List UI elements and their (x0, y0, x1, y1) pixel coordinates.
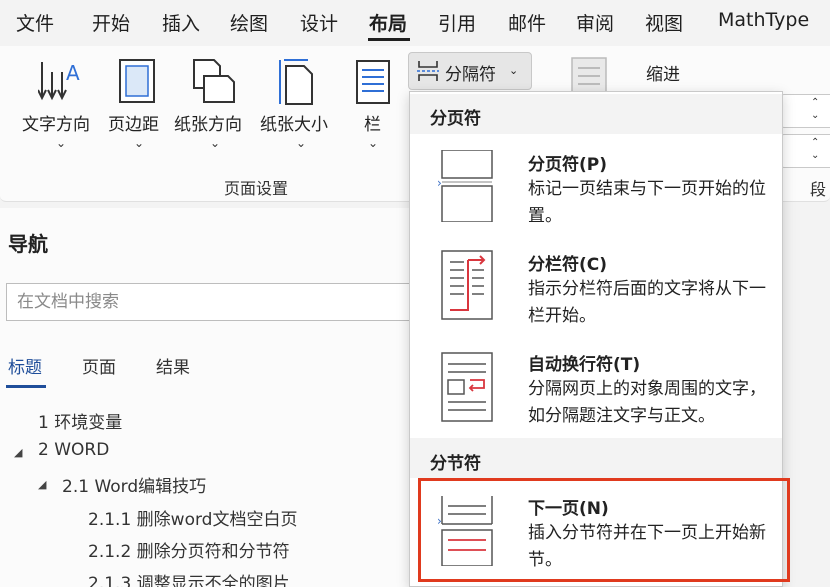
chevron-down-icon: ⌄ (134, 136, 145, 150)
chevron-down-icon: ⌄ (210, 136, 221, 150)
tree-item[interactable]: 2.1.1 删除word文档空白页 (88, 505, 297, 530)
columns-label: 栏 (364, 115, 381, 135)
spin-down-icon[interactable]: ⌄ (811, 150, 819, 161)
menu-insert[interactable]: 插入 (162, 9, 200, 36)
paragraph-group-label: 段 (810, 180, 827, 199)
size-label: 纸张大小 (260, 115, 328, 135)
line-numbers-icon (571, 57, 607, 92)
column-break-item[interactable]: 分栏符(C) 指示分栏符后面的文字将从下一栏开始。 (410, 240, 782, 332)
breaks-button[interactable]: 分隔符 ⌄ (408, 52, 532, 90)
menu-layout[interactable]: 布局 (369, 9, 407, 36)
navigation-pane: 导航 标题 页面 结果 1 环境变量 ◢ 2 WORD ◢ 2.1 Word编辑… (0, 208, 426, 587)
tab-results[interactable]: 结果 (156, 353, 190, 378)
indent-right-spinner[interactable]: ⌃ ⌄ (780, 134, 830, 168)
chevron-down-icon: ⌄ (296, 136, 307, 150)
search-input[interactable] (7, 284, 397, 320)
menu-references[interactable]: 引用 (438, 9, 476, 36)
column-break-icon (441, 250, 493, 320)
margins-icon (119, 59, 155, 103)
menu-review[interactable]: 审阅 (576, 9, 614, 36)
indent-label: 缩进 (646, 65, 680, 85)
column-break-title: 分栏符(C) (528, 255, 608, 275)
menu-home[interactable]: 开始 (92, 9, 130, 36)
section-breaks-header: 分节符 (430, 454, 481, 474)
text-wrapping-break-title: 自动换行符(T) (528, 355, 641, 375)
menu-view[interactable]: 视图 (645, 9, 683, 36)
search-box[interactable] (6, 283, 426, 321)
tree-item[interactable]: 2.1.3 调整显示不全的图片 (88, 569, 290, 587)
menu-design[interactable]: 设计 (300, 9, 338, 36)
page-break-title: 分页符(P) (528, 155, 607, 175)
tree-item[interactable]: 2.1 Word编辑技巧 (62, 472, 206, 497)
page-breaks-header: 分页符 (430, 109, 481, 129)
menu-mathtype[interactable]: MathType (718, 9, 809, 31)
columns-button[interactable]: 栏 ⌄ (350, 54, 398, 154)
collapse-triangle-icon[interactable]: ◢ (14, 446, 22, 459)
text-wrapping-break-icon (441, 352, 493, 422)
tree-item[interactable]: 2 WORD (38, 440, 109, 460)
orientation-icon (193, 59, 235, 103)
tab-pages[interactable]: 页面 (82, 353, 116, 378)
breaks-icon (417, 61, 439, 81)
page-break-item[interactable]: › 分页符(P) 标记一页结束与下一页开始的位置。 (410, 140, 782, 232)
tab-headings[interactable]: 标题 (8, 353, 42, 378)
paper-size-icon (279, 59, 313, 105)
svg-text:A: A (66, 61, 80, 85)
text-wrapping-break-item[interactable]: 自动换行符(T) 分隔网页上的对象周围的文字，如分隔题注文字与正文。 (410, 340, 782, 432)
text-wrapping-break-desc: 分隔网页上的对象周围的文字，如分隔题注文字与正文。 (528, 379, 766, 426)
text-direction-icon: A (38, 61, 80, 101)
page-break-icon (441, 150, 493, 222)
text-direction-label: 文字方向 (22, 115, 90, 135)
page-setup-group-label: 页面设置 (224, 179, 289, 198)
menu-mailings[interactable]: 邮件 (508, 9, 546, 36)
text-direction-button[interactable]: A 文字方向 ⌄ (18, 54, 102, 154)
breaks-label: 分隔符 (445, 65, 496, 85)
chevron-down-icon: ⌄ (368, 136, 379, 150)
spin-up-icon[interactable]: ⌃ (811, 137, 819, 148)
spin-up-icon[interactable]: ⌃ (811, 97, 819, 108)
orientation-button[interactable]: 纸张方向 ⌄ (172, 54, 256, 154)
page-break-desc: 标记一页结束与下一页开始的位置。 (528, 179, 766, 226)
chevron-down-icon: ⌄ (56, 136, 67, 150)
nav-title: 导航 (8, 232, 48, 256)
margins-label: 页边距 (108, 115, 159, 135)
orientation-label: 纸张方向 (174, 115, 242, 135)
active-tab-indicator (368, 38, 410, 41)
tree-item[interactable]: 1 环境变量 (38, 408, 122, 433)
menu-bar: 文件 开始 插入 绘图 设计 布局 引用 邮件 审阅 视图 MathType (0, 0, 830, 46)
collapse-triangle-icon[interactable]: ◢ (38, 478, 46, 491)
spin-down-icon[interactable]: ⌄ (811, 110, 819, 121)
menu-file[interactable]: 文件 (16, 9, 54, 36)
indent-left-spinner[interactable]: ⌃ ⌄ (780, 94, 830, 128)
menu-draw[interactable]: 绘图 (230, 9, 268, 36)
chevron-down-icon: ⌄ (509, 64, 519, 77)
margins-button[interactable]: 页边距 ⌄ (106, 54, 170, 154)
active-tab-underline (6, 385, 46, 388)
tree-item[interactable]: 2.1.2 删除分页符和分节符 (88, 537, 290, 562)
columns-icon (356, 60, 390, 104)
size-button[interactable]: 纸张大小 ⌄ (258, 54, 342, 154)
column-break-desc: 指示分栏符后面的文字将从下一栏开始。 (528, 279, 766, 326)
highlight-box (418, 478, 790, 582)
